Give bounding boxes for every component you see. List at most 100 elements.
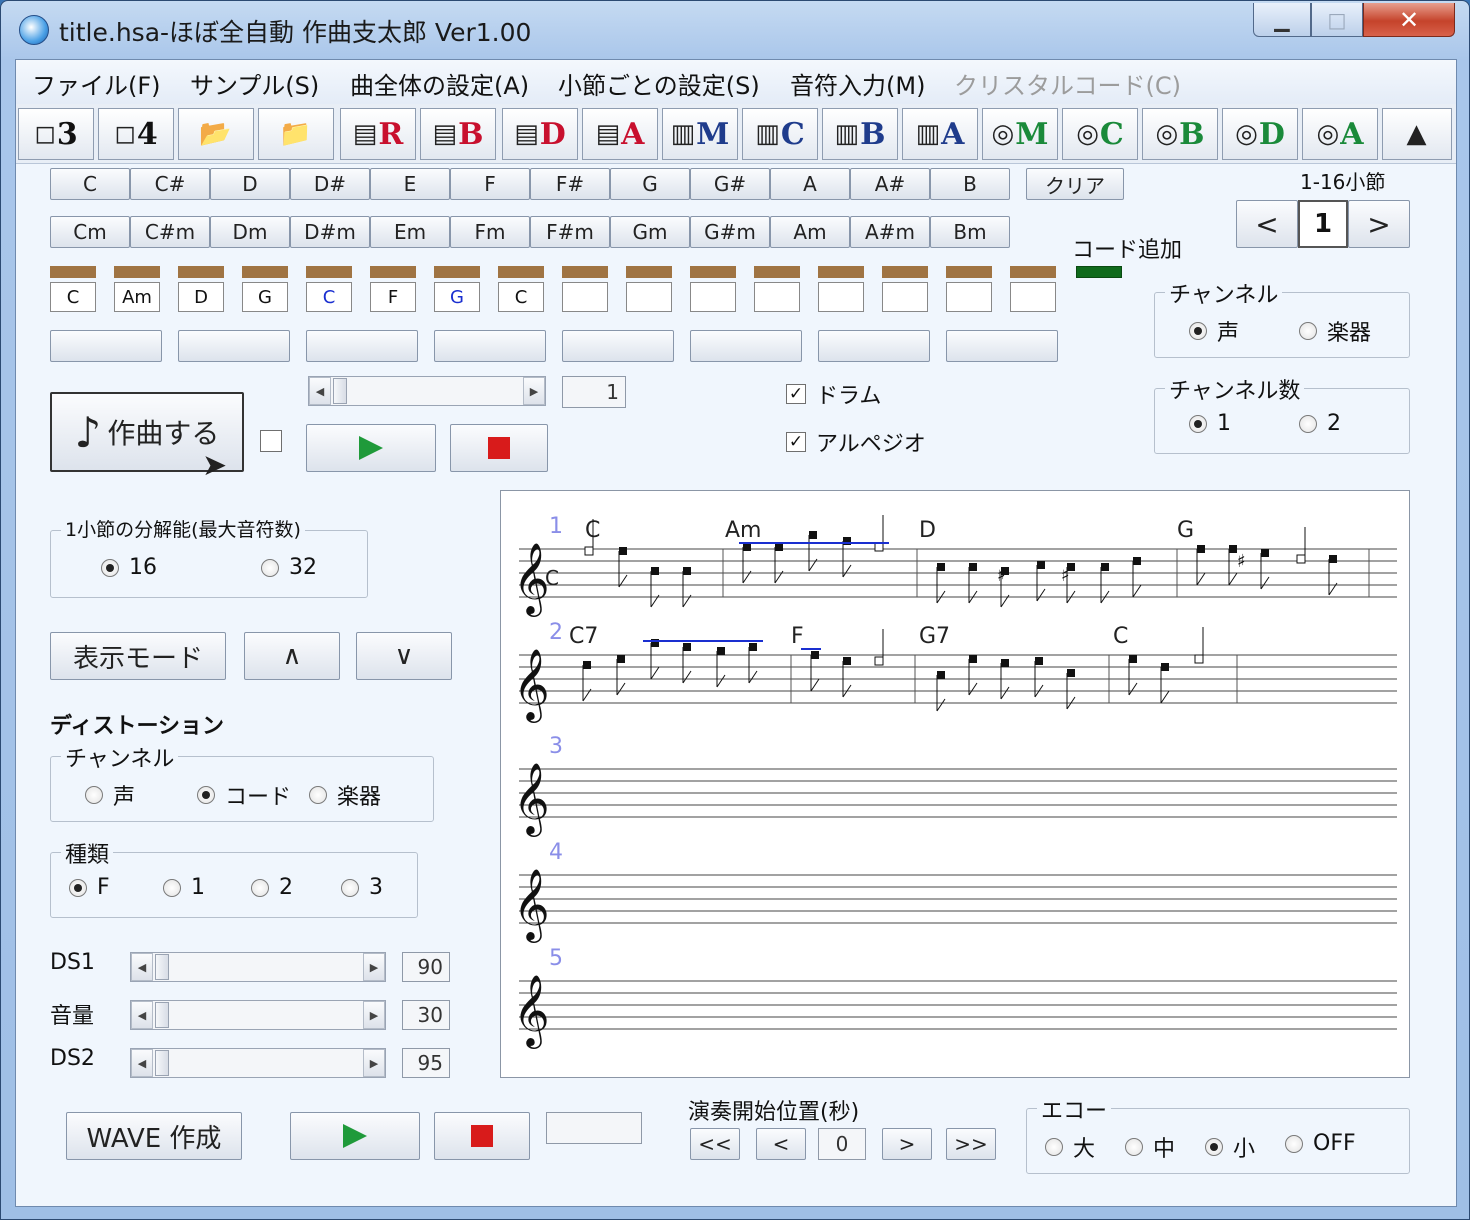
chord-button-Em[interactable]: Em: [370, 216, 450, 248]
up-button[interactable]: ∧: [244, 632, 340, 680]
chord-button-Gsharp[interactable]: G#: [690, 168, 770, 200]
measure-next-button[interactable]: >: [1348, 200, 1410, 248]
distortion-slider[interactable]: ◀ ▶: [130, 1000, 386, 1030]
distortion-slider[interactable]: ◀ ▶: [130, 1048, 386, 1078]
chord-slot[interactable]: [882, 282, 928, 312]
chord-button-Csharp[interactable]: C#: [130, 168, 210, 200]
chord-button-Dsharp[interactable]: D#: [290, 168, 370, 200]
toolbar-button-piano-c[interactable]: ▥ C: [742, 108, 818, 160]
chord-slot[interactable]: F: [370, 282, 416, 312]
slider-right-arrow[interactable]: ▶: [363, 953, 385, 981]
toolbar-button-speaker-c[interactable]: ◎ C: [1062, 108, 1138, 160]
toolbar-button-speaker-b[interactable]: ◎ B: [1142, 108, 1218, 160]
chord-slot[interactable]: G: [434, 282, 480, 312]
radio-dot[interactable]: [261, 558, 279, 577]
radio-dot[interactable]: [309, 786, 327, 804]
pattern-scrollbar[interactable]: ◀ ▶: [308, 376, 546, 406]
chord-button-G[interactable]: G: [610, 168, 690, 200]
radio-dot[interactable]: [1125, 1138, 1143, 1156]
chord-slot[interactable]: [754, 282, 800, 312]
toolbar-button-speaker-m[interactable]: ◎ M: [982, 108, 1058, 160]
chord-button-Fsharp[interactable]: F#: [530, 168, 610, 200]
dist-channel-instrument-radio[interactable]: 楽器: [309, 779, 381, 811]
chord-slot[interactable]: [1010, 282, 1056, 312]
scroll-left-arrow[interactable]: ◀: [309, 377, 331, 405]
toolbar-button-score-d[interactable]: ▤ D: [502, 108, 578, 160]
slider-left-arrow[interactable]: ◀: [131, 1049, 153, 1077]
chord-slot[interactable]: [946, 282, 992, 312]
pattern-button[interactable]: [178, 330, 290, 362]
wave-play-button[interactable]: [290, 1112, 420, 1160]
chord-slot[interactable]: G: [242, 282, 288, 312]
toolbar-button-piano-a[interactable]: ▥ A: [902, 108, 978, 160]
chord-button-Gm[interactable]: Gm: [610, 216, 690, 248]
resolution-16-radio[interactable]: 16: [101, 555, 157, 580]
radio-dot[interactable]: [341, 878, 359, 897]
chord-slot[interactable]: C: [306, 282, 352, 312]
radio-dot[interactable]: [1205, 1138, 1223, 1156]
title-bar[interactable]: title.hsa-ほぼ全自動 作曲支太郎 Ver1.00 ▁ □ ✕: [1, 1, 1469, 57]
minimize-button[interactable]: ▁: [1253, 3, 1311, 37]
pattern-button[interactable]: [562, 330, 674, 362]
chord-button-D[interactable]: D: [210, 168, 290, 200]
chord-button-Gsharpm[interactable]: G#m: [690, 216, 770, 248]
toolbar-button-speaker-d[interactable]: ◎ D: [1222, 108, 1298, 160]
checkbox-mark[interactable]: ✓: [786, 384, 806, 404]
stop-button[interactable]: [450, 424, 548, 472]
chord-slot[interactable]: D: [178, 282, 224, 312]
channel-voice-radio[interactable]: 声: [1189, 315, 1239, 347]
resolution-32-radio[interactable]: 32: [261, 555, 317, 580]
start-ff-button[interactable]: >>: [946, 1128, 996, 1160]
toolbar-button-score-r[interactable]: ▤ R: [340, 108, 416, 160]
pattern-button[interactable]: [434, 330, 546, 362]
compose-option-checkbox[interactable]: [260, 430, 282, 452]
wave-create-button[interactable]: WAVE 作成: [66, 1112, 242, 1160]
distortion-slider[interactable]: ◀ ▶: [130, 952, 386, 982]
radio-dot[interactable]: [1045, 1138, 1063, 1156]
score-view[interactable]: 1 𝄞 2 𝄞 3 𝄞 4 𝄞 5 𝄞 C C Am D G C7 F G7 C ♯ ♯ ♯: [500, 490, 1410, 1078]
chord-button-A[interactable]: A: [770, 168, 850, 200]
measure-prev-button[interactable]: <: [1236, 200, 1298, 248]
slider-right-arrow[interactable]: ▶: [363, 1049, 385, 1077]
toolbar-button-score-b[interactable]: ▤ B: [420, 108, 496, 160]
chord-slot[interactable]: [626, 282, 672, 312]
scroll-right-arrow[interactable]: ▶: [523, 377, 545, 405]
chord-slot[interactable]: [818, 282, 864, 312]
menu-note-input[interactable]: 音符入力(M): [790, 66, 925, 101]
radio-dot[interactable]: [197, 786, 215, 804]
clear-button[interactable]: クリア: [1026, 168, 1124, 200]
radio-dot[interactable]: [85, 786, 103, 804]
toolbar-button-folder-open[interactable]: 📂: [178, 108, 254, 160]
dist-channel-chord-radio[interactable]: コード: [197, 779, 291, 811]
toolbar-button-piano-m[interactable]: ▥ M: [662, 108, 738, 160]
pattern-button[interactable]: [818, 330, 930, 362]
menu-crystal-chord[interactable]: クリスタルコード(C): [954, 66, 1181, 101]
radio-dot[interactable]: [1299, 322, 1317, 340]
menu-measure-settings[interactable]: 小節ごとの設定(S): [558, 66, 760, 101]
radio-dot[interactable]: [101, 558, 119, 577]
pattern-button[interactable]: [690, 330, 802, 362]
arpeggio-checkbox[interactable]: ✓ アルペジオ: [786, 426, 926, 458]
slider-thumb[interactable]: [155, 1002, 169, 1028]
menu-sample[interactable]: サンプル(S): [190, 66, 319, 101]
radio-dot[interactable]: [1189, 322, 1207, 340]
radio-dot[interactable]: [1285, 1134, 1303, 1153]
chord-button-Fm[interactable]: Fm: [450, 216, 530, 248]
pattern-button[interactable]: [50, 330, 162, 362]
start-position-value[interactable]: 0: [818, 1128, 866, 1160]
echo-large-radio[interactable]: 大: [1045, 1131, 1095, 1163]
slider-left-arrow[interactable]: ◀: [131, 953, 153, 981]
slider-left-arrow[interactable]: ◀: [131, 1001, 153, 1029]
drum-checkbox[interactable]: ✓ ドラム: [786, 378, 881, 410]
start-next-button[interactable]: >: [882, 1128, 932, 1160]
chord-button-B[interactable]: B: [930, 168, 1010, 200]
chord-button-Am[interactable]: Am: [770, 216, 850, 248]
chord-button-E[interactable]: E: [370, 168, 450, 200]
chord-button-Asharp[interactable]: A#: [850, 168, 930, 200]
play-button[interactable]: [306, 424, 436, 472]
toolbar-button-piano-b[interactable]: ▥ B: [822, 108, 898, 160]
chord-button-Cm[interactable]: Cm: [50, 216, 130, 248]
echo-medium-radio[interactable]: 中: [1125, 1131, 1175, 1163]
toolbar-button-score-a[interactable]: ▤ A: [582, 108, 658, 160]
chord-slot[interactable]: C: [498, 282, 544, 312]
